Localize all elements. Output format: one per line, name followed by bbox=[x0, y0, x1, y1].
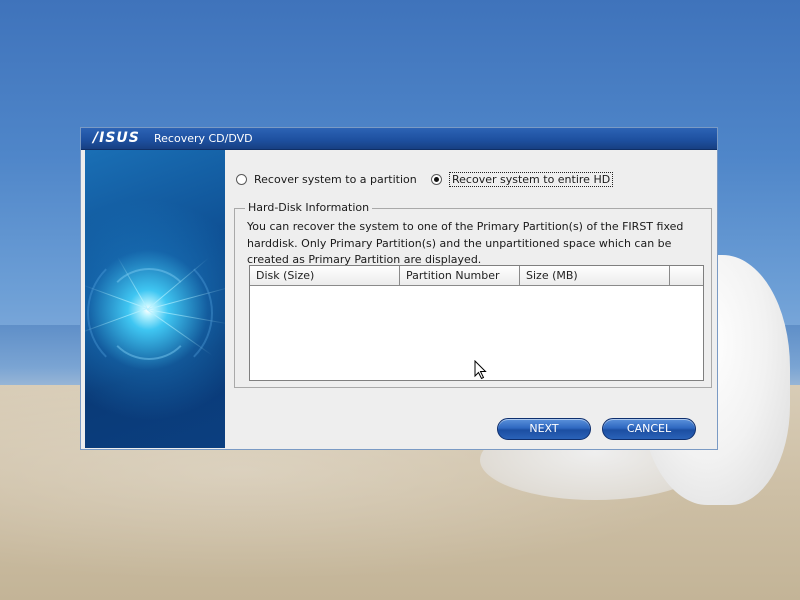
asus-logo: /ISUS bbox=[93, 130, 140, 146]
banner-arc bbox=[87, 250, 213, 376]
side-banner-image bbox=[85, 150, 225, 448]
option-recover-entire-hd-label: Recover system to entire HD bbox=[449, 171, 614, 187]
title-bar[interactable]: /ISUS Recovery CD/DVD bbox=[81, 128, 717, 150]
hard-disk-info-group: Hard-Disk Information You can recover th… bbox=[234, 201, 712, 388]
next-button[interactable]: NEXT bbox=[497, 418, 591, 440]
option-recover-entire-hd[interactable]: Recover system to entire HD bbox=[431, 170, 614, 188]
mouse-cursor-icon bbox=[474, 360, 487, 380]
column-size-mb[interactable]: Size (MB) bbox=[520, 266, 670, 286]
group-legend: Hard-Disk Information bbox=[245, 201, 373, 214]
cancel-button[interactable]: CANCEL bbox=[602, 418, 696, 440]
column-partition-number[interactable]: Partition Number bbox=[400, 266, 520, 286]
column-disk-size[interactable]: Disk (Size) bbox=[250, 266, 400, 286]
option-recover-partition[interactable]: Recover system to a partition bbox=[236, 170, 417, 188]
option-recover-partition-label: Recover system to a partition bbox=[254, 172, 417, 186]
group-description: You can recover the system to one of the… bbox=[247, 220, 684, 266]
recovery-dialog: /ISUS Recovery CD/DVD Recover system to … bbox=[80, 127, 718, 450]
radio-unchecked-icon[interactable] bbox=[236, 173, 247, 185]
list-header: Disk (Size) Partition Number Size (MB) bbox=[250, 266, 703, 286]
window-title: Recovery CD/DVD bbox=[154, 132, 253, 145]
radio-checked-icon[interactable] bbox=[431, 173, 442, 185]
column-filler bbox=[670, 266, 703, 286]
